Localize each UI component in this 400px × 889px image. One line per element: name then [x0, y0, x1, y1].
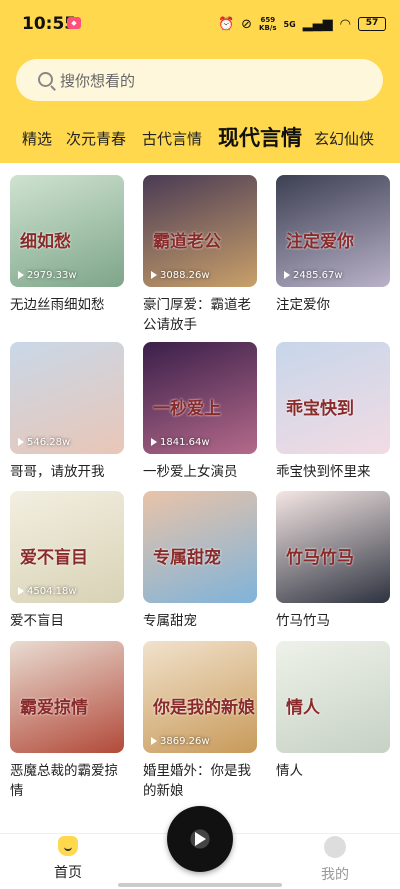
play-count: 4504.18w — [18, 586, 77, 597]
book-title: 情人 — [276, 763, 303, 779]
book-card[interactable]: 爱不盲目 4504.18w 爱不盲目 — [10, 491, 124, 631]
book-cover[interactable]: 546.28w — [10, 342, 124, 454]
search-bar[interactable]: 搜你想看的 — [16, 59, 383, 101]
play-count: 2485.67w — [284, 270, 343, 281]
book-card[interactable]: 一秒爱上 1841.64w 一秒爱上女演员 — [143, 342, 257, 482]
wifi-icon: ◠ — [339, 16, 351, 32]
book-cover[interactable]: 竹马竹马 — [276, 491, 390, 603]
cover-title-art: 情人 — [286, 698, 320, 718]
play-count: 546.28w — [18, 437, 70, 448]
play-icon — [18, 438, 24, 446]
home-icon — [58, 836, 78, 856]
book-title: 恶魔总裁的霸爱掠情 — [10, 763, 118, 799]
play-count-value: 4504.18w — [27, 586, 77, 597]
book-title: 专属甜宠 — [143, 613, 197, 629]
play-icon — [151, 737, 157, 745]
play-count-value: 546.28w — [27, 437, 71, 448]
cover-title-art: 霸道老公 — [153, 232, 221, 252]
search-placeholder: 搜你想看的 — [60, 72, 136, 90]
home-indicator — [118, 883, 282, 887]
book-card[interactable]: 细如愁 2979.33w 无边丝雨细如愁 — [10, 175, 124, 315]
search-icon — [38, 72, 53, 87]
nav-home-label: 首页 — [54, 865, 82, 881]
player-disc-button[interactable] — [167, 806, 233, 872]
tab-ancient-romance[interactable]: 古代言情 — [142, 128, 202, 149]
cover-title-art: 霸爱掠情 — [20, 698, 88, 718]
signal-label: 5G — [283, 19, 296, 29]
book-title: 一秒爱上女演员 — [143, 464, 238, 480]
app-notification-icon: ◆ — [67, 17, 81, 29]
cover-title-art: 注定爱你 — [286, 232, 354, 252]
book-title: 爱不盲目 — [10, 613, 64, 629]
cover-title-art: 乖宝快到 — [286, 399, 354, 419]
book-cover[interactable]: 注定爱你 2485.67w — [276, 175, 390, 287]
book-cover[interactable]: 霸爱掠情 — [10, 641, 124, 753]
book-card[interactable]: 546.28w 哥哥，请放开我 — [10, 342, 124, 482]
book-card[interactable]: 你是我的新娘 3869.26w 婚里婚外：你是我的新娘 — [143, 641, 257, 801]
net-speed: 659 KB/s — [259, 16, 277, 32]
profile-icon — [324, 836, 346, 858]
tab-featured[interactable]: 精选 — [22, 128, 52, 149]
book-cover[interactable]: 情人 — [276, 641, 390, 753]
book-title: 竹马竹马 — [276, 613, 330, 629]
book-cover[interactable]: 乖宝快到 — [276, 342, 390, 454]
category-tabs: 精选 次元青春 古代言情 现代言情 玄幻仙侠 — [0, 118, 400, 158]
play-count: 2979.33w — [18, 270, 77, 281]
play-count: 1841.64w — [151, 437, 210, 448]
book-cover[interactable]: 专属甜宠 — [143, 491, 257, 603]
battery-icon: 57 — [358, 17, 386, 31]
play-count: 3088.26w — [151, 270, 210, 281]
book-title: 婚里婚外：你是我的新娘 — [143, 763, 251, 799]
book-card[interactable]: 注定爱你 2485.67w 注定爱你 — [276, 175, 390, 315]
play-count-value: 3869.26w — [160, 736, 210, 747]
signal-icon: ▂▄▆ — [302, 16, 333, 32]
play-count-value: 1841.64w — [160, 437, 210, 448]
cover-title-art: 爱不盲目 — [20, 548, 88, 568]
tab-fantasy[interactable]: 玄幻仙侠 — [314, 128, 374, 149]
play-count-value: 3088.26w — [160, 270, 210, 281]
play-icon — [18, 587, 24, 595]
tab-modern-romance[interactable]: 现代言情 — [218, 122, 302, 152]
tab-youth[interactable]: 次元青春 — [66, 128, 126, 149]
cover-title-art: 细如愁 — [20, 232, 71, 252]
alarm-icon: ⏰ — [217, 16, 235, 32]
book-cover[interactable]: 霸道老公 3088.26w — [143, 175, 257, 287]
book-card[interactable]: 霸爱掠情恶魔总裁的霸爱掠情 — [10, 641, 124, 801]
book-card[interactable]: 竹马竹马 竹马竹马 — [276, 491, 390, 631]
book-card[interactable]: 霸道老公 3088.26w 豪门厚爱：霸道老公请放手 — [143, 175, 257, 335]
book-cover[interactable]: 细如愁 2979.33w — [10, 175, 124, 287]
book-cover[interactable]: 一秒爱上 1841.64w — [143, 342, 257, 454]
cover-title-art: 竹马竹马 — [286, 548, 354, 568]
play-icon — [284, 271, 290, 279]
status-bar: 10:55 ◆ ⏰ ⊘ 659 KB/s 5G ▂▄▆ ◠ 57 — [0, 0, 400, 48]
book-title: 无边丝雨细如愁 — [10, 297, 105, 313]
nav-me[interactable]: 我的 — [313, 836, 357, 884]
book-card[interactable]: 情人 情人 — [276, 641, 390, 781]
header: 10:55 ◆ ⏰ ⊘ 659 KB/s 5G ▂▄▆ ◠ 57 搜你想看的 精选… — [0, 0, 400, 163]
book-title: 豪门厚爱：霸道老公请放手 — [143, 297, 251, 333]
book-cover[interactable]: 你是我的新娘 3869.26w — [143, 641, 257, 753]
mute-icon: ⊘ — [241, 16, 253, 32]
play-icon — [18, 271, 24, 279]
book-card[interactable]: 专属甜宠 专属甜宠 — [143, 491, 257, 631]
play-count-value: 2979.33w — [27, 270, 77, 281]
nav-me-label: 我的 — [321, 867, 349, 883]
book-cover[interactable]: 爱不盲目 4504.18w — [10, 491, 124, 603]
cover-title-art: 专属甜宠 — [153, 548, 221, 568]
play-icon — [151, 438, 157, 446]
book-card[interactable]: 乖宝快到乖宝快到怀里来 — [276, 342, 390, 482]
status-icons: ⏰ ⊘ 659 KB/s 5G ▂▄▆ ◠ 57 — [218, 13, 386, 35]
play-icon — [151, 271, 157, 279]
book-title: 乖宝快到怀里来 — [276, 464, 371, 480]
nav-home[interactable]: 首页 — [46, 836, 90, 882]
play-count-value: 2485.67w — [293, 270, 343, 281]
play-count: 3869.26w — [151, 736, 210, 747]
book-title: 注定爱你 — [276, 297, 330, 313]
cover-title-art: 你是我的新娘 — [153, 698, 255, 718]
cover-title-art: 一秒爱上 — [153, 399, 221, 419]
book-title: 哥哥，请放开我 — [10, 464, 105, 480]
